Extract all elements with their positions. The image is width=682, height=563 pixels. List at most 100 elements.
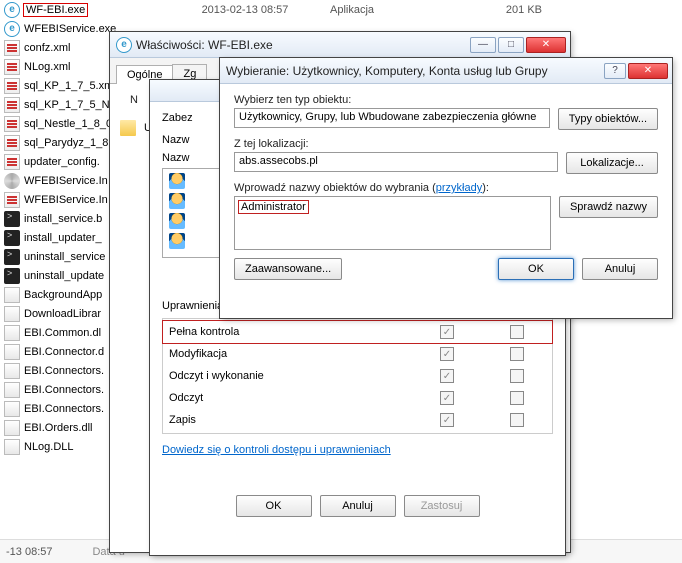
bat-icon bbox=[4, 211, 20, 227]
select-title: Wybieranie: Użytkownicy, Komputery, Kont… bbox=[226, 64, 604, 78]
file-name: NLog.DLL bbox=[24, 441, 74, 453]
file-name: install_updater_ bbox=[24, 232, 102, 244]
dll-icon bbox=[4, 420, 20, 436]
file-name: WFEBIService.In bbox=[24, 175, 108, 187]
dll-icon bbox=[4, 325, 20, 341]
cancel-button[interactable]: Anuluj bbox=[320, 495, 396, 517]
help-button[interactable]: ? bbox=[604, 63, 626, 79]
object-type-label: Wybierz ten typ obiektu: bbox=[234, 94, 658, 106]
xml-icon bbox=[4, 116, 20, 132]
learn-link[interactable]: Dowiedz się o kontroli dostępu i uprawni… bbox=[162, 444, 391, 456]
object-names-input[interactable]: Administrator bbox=[234, 196, 551, 250]
properties-title: Właściwości: WF-EBI.exe bbox=[136, 38, 470, 52]
file-name: sql_KP_1_7_5_Ne bbox=[24, 99, 116, 111]
file-name: WF-EBI.exe bbox=[24, 4, 87, 16]
advanced-button[interactable]: Zaawansowane... bbox=[234, 258, 342, 280]
cancel-button[interactable]: Anuluj bbox=[582, 258, 658, 280]
deny-checkbox[interactable] bbox=[510, 369, 524, 383]
file-name: confz.xml bbox=[24, 42, 70, 54]
file-name: NLog.xml bbox=[24, 61, 70, 73]
file-name: sql_KP_1_7_5.xml bbox=[24, 80, 116, 92]
object-type-field: Użytkownicy, Grupy, lub Wbudowane zabezp… bbox=[234, 108, 550, 128]
xml-icon bbox=[4, 154, 20, 170]
names-label-a: Wprowadź nazwy obiektów do wybrania ( bbox=[234, 182, 436, 194]
cfg-icon bbox=[4, 173, 20, 189]
permission-name: Modyfikacja bbox=[163, 348, 412, 360]
permission-row: Pełna kontrola bbox=[163, 321, 552, 343]
permission-name: Odczyt i wykonanie bbox=[163, 370, 412, 382]
bat-icon bbox=[4, 230, 20, 246]
file-row-details: 2013-02-13 08:57 Aplikacja 201 KB bbox=[160, 0, 550, 19]
ok-button[interactable]: OK bbox=[498, 258, 574, 280]
examples-link[interactable]: przykłady bbox=[436, 182, 482, 194]
object-types-button[interactable]: Typy obiektów... bbox=[558, 108, 658, 130]
user-icon bbox=[169, 213, 185, 229]
user-icon bbox=[169, 193, 185, 209]
properties-titlebar[interactable]: e Właściwości: WF-EBI.exe — □ ✕ bbox=[110, 32, 570, 58]
permission-name: Zapis bbox=[163, 414, 412, 426]
xml-icon bbox=[4, 135, 20, 151]
select-titlebar[interactable]: Wybieranie: Użytkownicy, Komputery, Kont… bbox=[220, 58, 672, 84]
file-name: EBI.Orders.dll bbox=[24, 422, 92, 434]
permission-row: Modyfikacja bbox=[163, 343, 552, 365]
dll-icon bbox=[4, 306, 20, 322]
xml-icon bbox=[4, 59, 20, 75]
deny-checkbox[interactable] bbox=[510, 325, 524, 339]
allow-checkbox[interactable] bbox=[440, 369, 454, 383]
file-size: 201 KB bbox=[450, 4, 550, 16]
close-button[interactable]: ✕ bbox=[526, 37, 566, 53]
allow-checkbox[interactable] bbox=[440, 391, 454, 405]
file-name: uninstall_service bbox=[24, 251, 105, 263]
permission-row: Odczyt i wykonanie bbox=[163, 365, 552, 387]
ok-button[interactable]: OK bbox=[236, 495, 312, 517]
minimize-button[interactable]: — bbox=[470, 37, 496, 53]
xml-icon bbox=[4, 192, 20, 208]
dll-icon bbox=[4, 382, 20, 398]
allow-checkbox[interactable] bbox=[440, 325, 454, 339]
dll-icon bbox=[4, 363, 20, 379]
file-name: EBI.Connectors. bbox=[24, 403, 104, 415]
xml-icon bbox=[4, 40, 20, 56]
location-field: abs.assecobs.pl bbox=[234, 152, 558, 172]
file-name: uninstall_update bbox=[24, 270, 104, 282]
file-name: WFEBIService.exe bbox=[24, 23, 116, 35]
check-names-button[interactable]: Sprawdź nazwy bbox=[559, 196, 658, 218]
file-row[interactable]: e WF-EBI.exe bbox=[0, 0, 160, 19]
select-users-window: Wybieranie: Użytkownicy, Komputery, Kont… bbox=[220, 58, 672, 318]
permission-row: Zapis bbox=[163, 409, 552, 431]
file-name: WFEBIService.In bbox=[24, 194, 108, 206]
permission-row: Odczyt bbox=[163, 387, 552, 409]
close-button[interactable]: ✕ bbox=[628, 63, 668, 79]
file-name: BackgroundApp bbox=[24, 289, 102, 301]
dll-icon bbox=[4, 401, 20, 417]
dll-icon bbox=[4, 439, 20, 455]
n-label: N bbox=[130, 94, 138, 106]
file-name: sql_Nestle_1_8_0 bbox=[24, 118, 112, 130]
e-icon: e bbox=[4, 21, 20, 37]
file-name: sql_Parydyz_1_8 bbox=[24, 137, 108, 149]
bat-icon bbox=[4, 249, 20, 265]
permission-name: Pełna kontrola bbox=[163, 326, 412, 338]
dll-icon bbox=[4, 287, 20, 303]
allow-checkbox[interactable] bbox=[440, 347, 454, 361]
locations-button[interactable]: Lokalizacje... bbox=[566, 152, 658, 174]
file-name: EBI.Common.dl bbox=[24, 327, 101, 339]
status-date: -13 08:57 bbox=[6, 546, 52, 558]
maximize-button[interactable]: □ bbox=[498, 37, 524, 53]
xml-icon bbox=[4, 78, 20, 94]
file-name: EBI.Connectors. bbox=[24, 384, 104, 396]
user-icon bbox=[169, 233, 185, 249]
dll-icon bbox=[4, 344, 20, 360]
deny-checkbox[interactable] bbox=[510, 413, 524, 427]
object-names-value: Administrator bbox=[239, 201, 308, 213]
deny-checkbox[interactable] bbox=[510, 347, 524, 361]
xml-icon bbox=[4, 97, 20, 113]
user-icon bbox=[169, 173, 185, 189]
allow-checkbox[interactable] bbox=[440, 413, 454, 427]
file-type: Aplikacja bbox=[330, 4, 450, 16]
file-date: 2013-02-13 08:57 bbox=[160, 4, 330, 16]
e-icon: e bbox=[4, 2, 20, 18]
bat-icon bbox=[4, 268, 20, 284]
deny-checkbox[interactable] bbox=[510, 391, 524, 405]
apply-button[interactable]: Zastosuj bbox=[404, 495, 480, 517]
